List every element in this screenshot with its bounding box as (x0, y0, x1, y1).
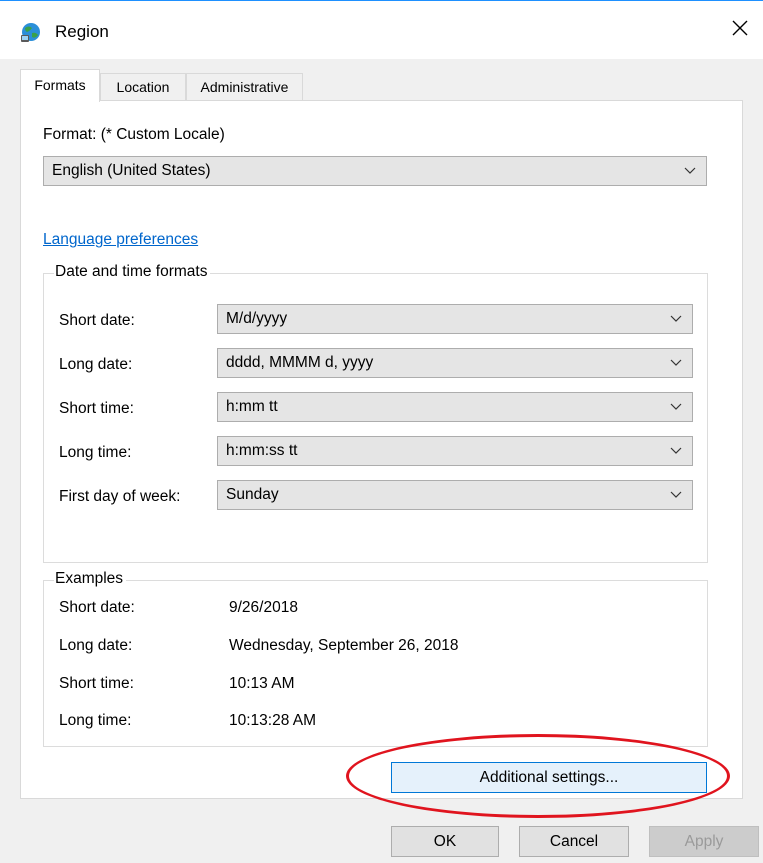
tab-formats[interactable]: Formats (20, 69, 100, 102)
short-time-value: h:mm tt (226, 398, 278, 415)
short-time-dropdown[interactable]: h:mm tt (217, 392, 693, 422)
example-short-time-value: 10:13 AM (229, 675, 295, 692)
apply-button[interactable]: Apply (649, 826, 759, 857)
example-short-time-label: Short time: (59, 675, 134, 692)
example-long-date-value: Wednesday, September 26, 2018 (229, 637, 459, 654)
title-bar: Region (0, 1, 763, 59)
tab-administrative[interactable]: Administrative (186, 73, 303, 101)
long-date-dropdown[interactable]: dddd, MMMM d, yyyy (217, 348, 693, 378)
short-date-dropdown[interactable]: M/d/yyyy (217, 304, 693, 334)
close-button[interactable] (717, 1, 763, 59)
short-date-value: M/d/yyyy (226, 310, 288, 327)
short-date-label: Short date: (59, 312, 135, 329)
example-long-time-label: Long time: (59, 712, 132, 729)
chevron-down-icon (670, 315, 682, 322)
formats-panel: Format: (* Custom Locale) English (Unite… (20, 100, 743, 799)
window-title: Region (55, 22, 109, 41)
format-label: Format: (* Custom Locale) (43, 126, 225, 143)
chevron-down-icon (670, 491, 682, 498)
long-time-value: h:mm:ss tt (226, 442, 298, 459)
first-day-of-week-label: First day of week: (59, 488, 181, 505)
long-time-label: Long time: (59, 444, 132, 461)
long-date-label: Long date: (59, 356, 133, 373)
first-day-of-week-value: Sunday (226, 486, 279, 503)
format-value: English (United States) (52, 162, 211, 179)
example-long-time-value: 10:13:28 AM (229, 712, 317, 729)
examples-group-title: Examples (54, 570, 127, 588)
examples-group: Examples Short date: 9/26/2018 Long date… (43, 570, 708, 747)
chevron-down-icon (670, 403, 682, 410)
cancel-button[interactable]: Cancel (519, 826, 629, 857)
long-time-dropdown[interactable]: h:mm:ss tt (217, 436, 693, 466)
format-dropdown[interactable]: English (United States) (43, 156, 707, 186)
language-preferences-link[interactable]: Language preferences (43, 231, 198, 249)
ok-button[interactable]: OK (391, 826, 499, 857)
chevron-down-icon (670, 447, 682, 454)
globe-icon (20, 21, 42, 43)
tab-location[interactable]: Location (100, 73, 186, 101)
example-short-date-label: Short date: (59, 599, 135, 616)
long-date-value: dddd, MMMM d, yyyy (226, 354, 374, 371)
short-time-label: Short time: (59, 400, 134, 417)
additional-settings-button[interactable]: Additional settings... (391, 762, 707, 793)
chevron-down-icon (670, 359, 682, 366)
first-day-of-week-dropdown[interactable]: Sunday (217, 480, 693, 510)
example-short-date-value: 9/26/2018 (229, 599, 298, 616)
date-time-formats-group: Date and time formats Short date: M/d/yy… (43, 263, 708, 563)
region-dialog: Region Formats Location Administrative F… (0, 0, 763, 863)
date-time-group-title: Date and time formats (54, 263, 211, 281)
chevron-down-icon (684, 167, 696, 174)
close-icon (732, 20, 748, 41)
example-long-date-label: Long date: (59, 637, 133, 654)
